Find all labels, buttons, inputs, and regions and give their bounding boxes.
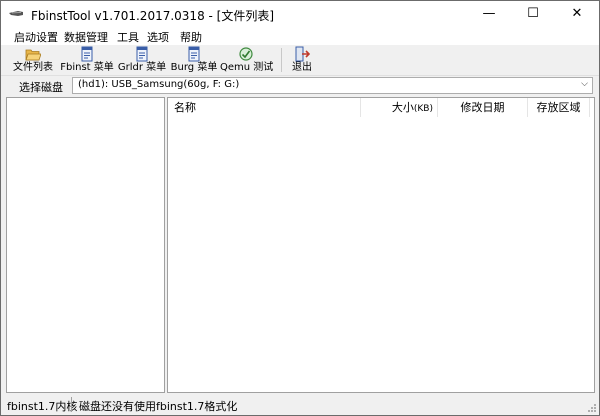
menu-data-management[interactable]: 数据管理 [64, 29, 108, 45]
title-bar[interactable]: FbinstTool v1.701.2017.0318 - [文件列表] — ☐… [1, 1, 599, 27]
fbinst-menu-button[interactable]: Fbinst 菜单 [60, 45, 114, 75]
menu-tools[interactable]: 工具 [117, 29, 139, 45]
column-header-name[interactable]: 名称 [168, 98, 361, 117]
column-name-label: 名称 [174, 101, 196, 114]
file-list-button[interactable]: 文件列表 [9, 45, 57, 75]
qemu-test-label: Qemu 测试 [220, 62, 274, 73]
disk-selector-row: 选择磁盘 (hd1): USB_Samsung(60g, F: G:) ⌵ [1, 76, 599, 96]
disk-select-dropdown[interactable]: (hd1): USB_Samsung(60g, F: G:) ⌵ [72, 77, 593, 94]
menu-options[interactable]: 选项 [147, 29, 169, 45]
maximize-button[interactable]: ☐ [511, 1, 555, 27]
disk-select-label: 选择磁盘 [19, 81, 63, 94]
column-header-area[interactable]: 存放区域 [528, 98, 590, 117]
app-icon [9, 11, 23, 16]
column-size-unit: (KB) [413, 104, 433, 114]
resize-grip-icon[interactable] [587, 403, 597, 413]
qemu-globe-icon [239, 47, 253, 61]
status-divider [71, 397, 72, 412]
status-message: 磁盘还没有使用fbinst1.7格式化 [79, 400, 238, 413]
toolbar: 文件列表 Fbinst 菜单 Grldr 菜单 Burg 菜单 Qemu 测试 … [1, 45, 599, 76]
column-area-label: 存放区域 [536, 101, 581, 114]
column-date-label: 修改日期 [460, 101, 505, 114]
fbinst-doc-icon [81, 46, 93, 62]
fbinst-menu-label: Fbinst 菜单 [60, 62, 114, 73]
app-window: FbinstTool v1.701.2017.0318 - [文件列表] — ☐… [0, 0, 600, 416]
file-list-label: 文件列表 [13, 62, 53, 73]
exit-button[interactable]: 退出 [287, 45, 317, 75]
grldr-doc-icon [136, 46, 148, 62]
menu-help[interactable]: 帮助 [180, 29, 202, 45]
exit-door-icon [295, 46, 310, 62]
burg-doc-icon [188, 46, 200, 62]
toolbar-separator [281, 48, 282, 72]
exit-label: 退出 [292, 62, 312, 73]
menu-bar: 启动设置 数据管理 工具 选项 帮助 [1, 27, 599, 45]
burg-menu-button[interactable]: Burg 菜单 [169, 45, 219, 75]
minimize-button[interactable]: — [467, 1, 511, 27]
folder-open-icon [25, 49, 41, 61]
menu-boot-settings[interactable]: 启动设置 [14, 29, 58, 45]
column-header-date[interactable]: 修改日期 [438, 98, 528, 117]
window-title: FbinstTool v1.701.2017.0318 - [文件列表] [31, 9, 275, 23]
burg-menu-label: Burg 菜单 [170, 62, 218, 73]
column-size-label: 大小 [391, 101, 414, 114]
file-list-pane[interactable]: 名称 大小(KB) 修改日期 存放区域 [167, 97, 595, 393]
grldr-menu-label: Grldr 菜单 [117, 62, 167, 73]
column-header-size[interactable]: 大小(KB) [361, 98, 438, 117]
directory-tree-pane[interactable] [6, 97, 165, 393]
close-button[interactable]: ✕ [555, 1, 599, 27]
status-kernel: fbinst1.7内核 [7, 400, 78, 413]
disk-select-value: (hd1): USB_Samsung(60g, F: G:) [78, 79, 240, 90]
grldr-menu-button[interactable]: Grldr 菜单 [116, 45, 168, 75]
qemu-test-button[interactable]: Qemu 测试 [220, 45, 274, 75]
status-bar: fbinst1.7内核 磁盘还没有使用fbinst1.7格式化 [1, 395, 599, 415]
chevron-down-icon[interactable]: ⌵ [581, 79, 588, 89]
